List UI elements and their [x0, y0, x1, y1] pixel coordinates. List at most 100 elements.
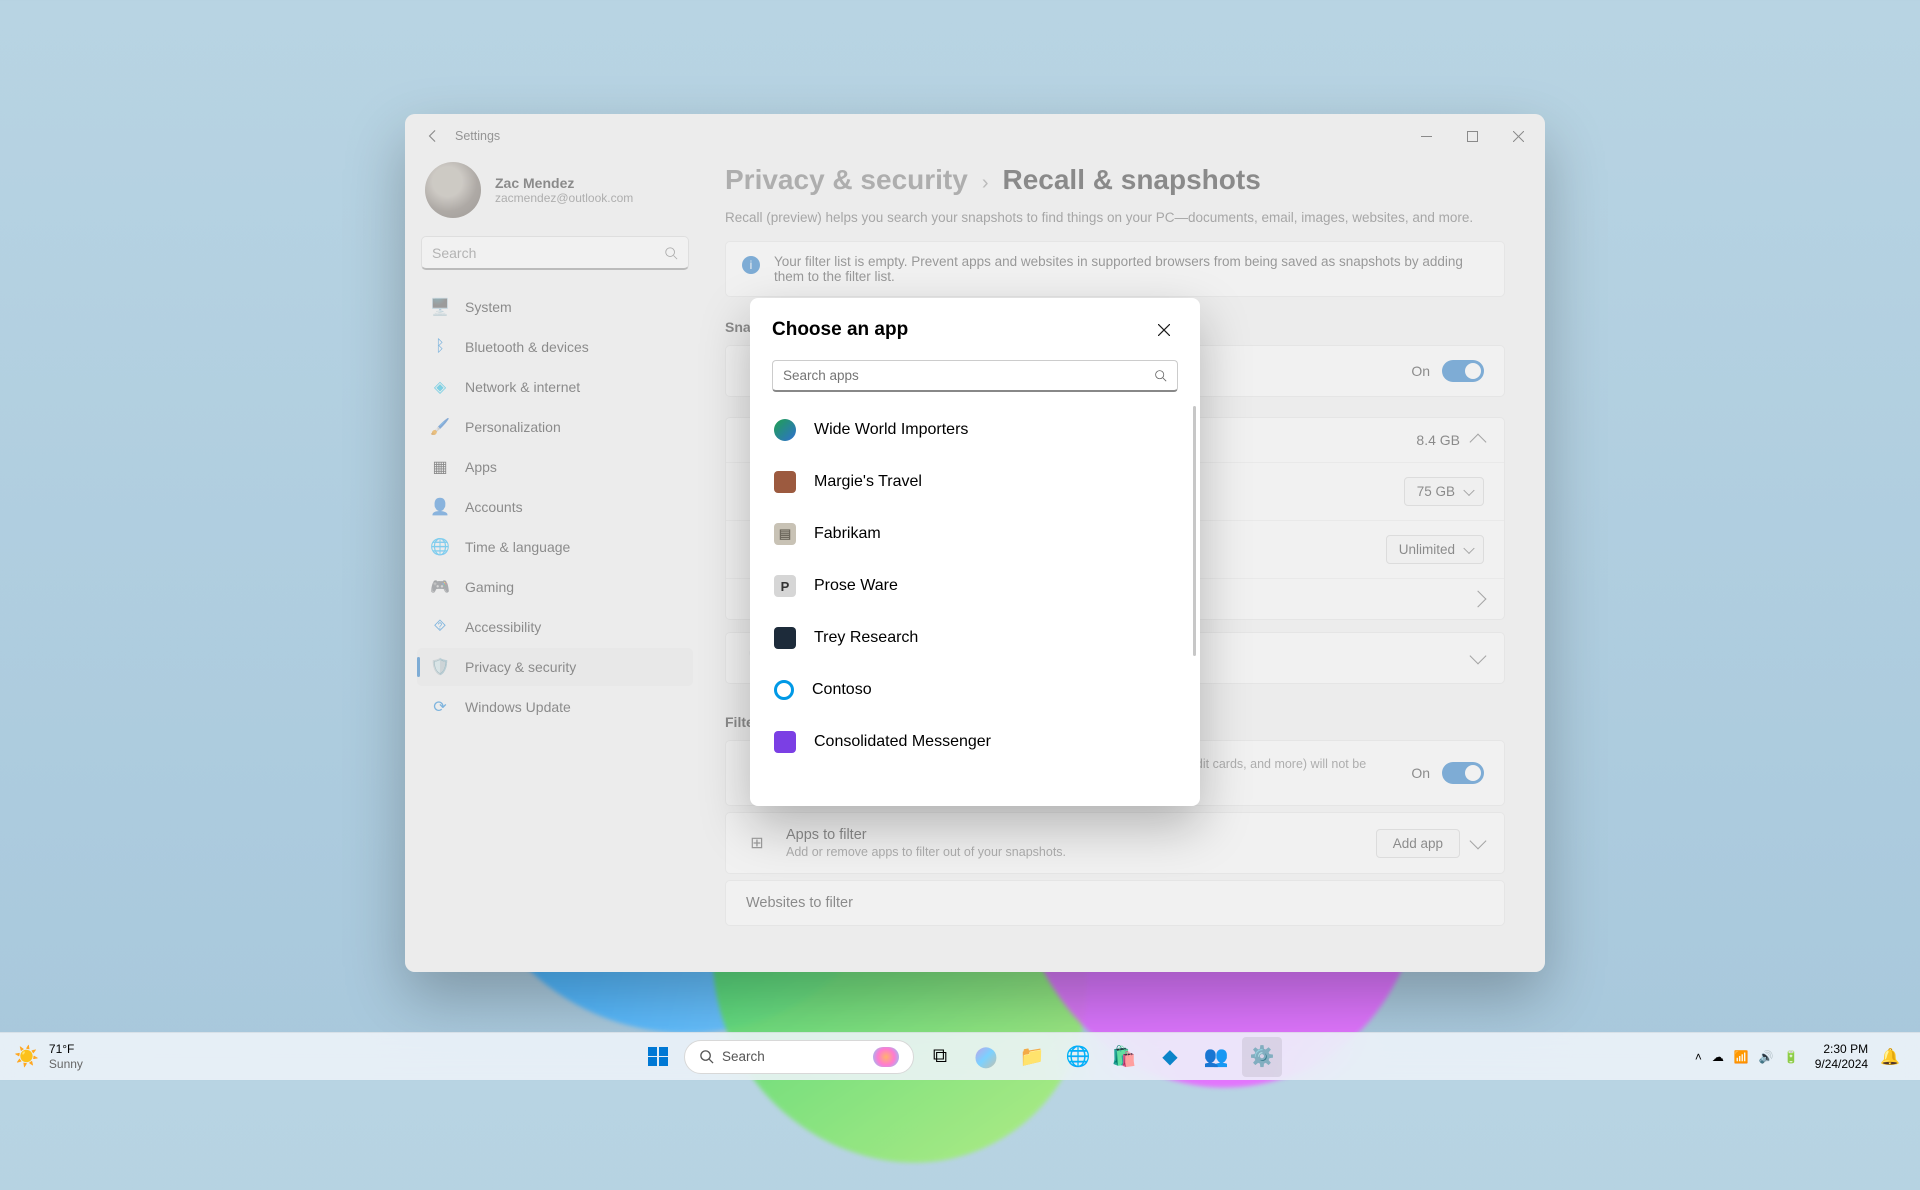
settings-button[interactable]: ⚙️	[1242, 1037, 1282, 1077]
edge-button[interactable]: 🌐	[1058, 1037, 1098, 1077]
app-row-contoso[interactable]: Contoso	[760, 664, 1194, 716]
profile-name: Zac Mendez	[495, 175, 633, 191]
storage-age-select[interactable]: Unlimited	[1386, 535, 1484, 564]
person-icon: 👤	[431, 498, 449, 516]
back-button[interactable]	[419, 122, 447, 150]
task-view-button[interactable]: ⧉	[920, 1037, 960, 1077]
search-icon	[1154, 369, 1167, 382]
app-icon: P	[774, 575, 796, 597]
globe-clock-icon: 🌐	[431, 538, 449, 556]
start-button[interactable]	[638, 1037, 678, 1077]
save-snapshots-toggle[interactable]	[1442, 360, 1484, 382]
nav-accounts[interactable]: 👤Accounts	[417, 488, 693, 526]
weather-temp: 71°F	[49, 1042, 83, 1056]
sidebar-search[interactable]	[421, 236, 689, 270]
file-explorer-button[interactable]: 📁	[1012, 1037, 1052, 1077]
profile-email: zacmendez@outlook.com	[495, 191, 633, 205]
onedrive-icon[interactable]: ☁	[1712, 1050, 1724, 1064]
page-title: Recall & snapshots	[1002, 164, 1260, 196]
dialog-search-input[interactable]	[783, 368, 1154, 383]
nav-personalization[interactable]: 🖌️Personalization	[417, 408, 693, 446]
app-row-consolidated-messenger[interactable]: Consolidated Messenger	[760, 716, 1194, 768]
accessibility-icon: ⯑	[431, 618, 449, 636]
maximize-button[interactable]	[1449, 114, 1495, 158]
teams-button[interactable]: 👥	[1196, 1037, 1236, 1077]
gamepad-icon: 🎮	[431, 578, 449, 596]
nav-apps[interactable]: ▦Apps	[417, 448, 693, 486]
tray-chevron-icon[interactable]: ˄	[1695, 1050, 1702, 1064]
sensitive-filter-toggle[interactable]	[1442, 762, 1484, 784]
add-app-button[interactable]: Add app	[1376, 829, 1460, 858]
app-icon	[774, 471, 796, 493]
store-button[interactable]: 🛍️	[1104, 1037, 1144, 1077]
apps-filter-sub: Add or remove apps to filter out of your…	[786, 845, 1358, 859]
nav-network[interactable]: ◈Network & internet	[417, 368, 693, 406]
update-icon: ⟳	[431, 698, 449, 716]
weather-condition: Sunny	[49, 1057, 83, 1071]
nav-windows-update[interactable]: ⟳Windows Update	[417, 688, 693, 726]
search-icon	[664, 246, 678, 260]
taskbar-weather[interactable]: ☀️ 71°F Sunny	[0, 1042, 83, 1071]
app-icon	[774, 731, 796, 753]
office-button[interactable]: ◆	[1150, 1037, 1190, 1077]
dialog-title: Choose an app	[772, 319, 908, 341]
apps-icon: ▦	[431, 458, 449, 476]
nav-privacy-security[interactable]: 🛡️Privacy & security	[417, 648, 693, 686]
info-text: Your filter list is empty. Prevent apps …	[774, 254, 1488, 284]
nav-time-language[interactable]: 🌐Time & language	[417, 528, 693, 566]
apps-to-filter-card: ⊞ Apps to filter Add or remove apps to f…	[725, 812, 1505, 874]
nav-bluetooth[interactable]: ᛒBluetooth & devices	[417, 328, 693, 366]
apps-grid-icon: ⊞	[746, 832, 768, 854]
notifications-button[interactable]: 🔔	[1874, 1047, 1906, 1067]
chevron-right-icon: ›	[982, 172, 989, 195]
volume-icon[interactable]: 🔊	[1759, 1050, 1774, 1064]
chevron-right-icon	[1470, 591, 1487, 608]
app-icon: ▤	[774, 523, 796, 545]
display-icon: 🖥️	[431, 298, 449, 316]
window-title: Settings	[455, 129, 500, 143]
breadcrumb-parent[interactable]: Privacy & security	[725, 164, 968, 196]
close-button[interactable]	[1495, 114, 1541, 158]
app-row-wide-world-importers[interactable]: Wide World Importers	[760, 404, 1194, 456]
breadcrumb: Privacy & security › Recall & snapshots	[725, 164, 1505, 196]
search-highlight-icon	[873, 1047, 899, 1067]
titlebar: Settings	[405, 114, 1545, 158]
bluetooth-icon: ᛒ	[431, 338, 449, 356]
nav-system[interactable]: 🖥️System	[417, 288, 693, 326]
avatar	[425, 162, 481, 218]
search-icon	[699, 1049, 714, 1064]
app-row-margies-travel[interactable]: Margie's Travel	[760, 456, 1194, 508]
sidebar-search-input[interactable]	[432, 245, 664, 261]
wifi-icon[interactable]: 📶	[1734, 1050, 1749, 1064]
info-icon: i	[742, 256, 760, 274]
taskbar-clock[interactable]: 2:30 PM 9/24/2024	[1815, 1042, 1868, 1072]
system-tray[interactable]: ˄ ☁ 📶 🔊 🔋	[1685, 1050, 1809, 1064]
taskbar: ☀️ 71°F Sunny Search ⧉ ⬤ 📁 🌐 🛍️ ◆ 👥 ⚙️ ˄…	[0, 1032, 1920, 1080]
wifi-icon: ◈	[431, 378, 449, 396]
dialog-search[interactable]	[772, 360, 1178, 392]
toggle-state-label: On	[1411, 363, 1430, 379]
nav-accessibility[interactable]: ⯑Accessibility	[417, 608, 693, 646]
app-row-prose-ware[interactable]: PProse Ware	[760, 560, 1194, 612]
chevron-down-icon	[1470, 833, 1487, 850]
taskbar-search[interactable]: Search	[684, 1040, 914, 1074]
app-row-trey-research[interactable]: Trey Research	[760, 612, 1194, 664]
app-icon	[774, 680, 794, 700]
apps-filter-title: Apps to filter	[786, 827, 1358, 843]
dialog-close-button[interactable]	[1150, 316, 1178, 344]
battery-icon[interactable]: 🔋	[1784, 1050, 1799, 1064]
storage-used-value: 8.4 GB	[1416, 432, 1460, 448]
dialog-scrollbar[interactable]	[1193, 406, 1196, 656]
toggle-state-label: On	[1411, 765, 1430, 781]
nav-gaming[interactable]: 🎮Gaming	[417, 568, 693, 606]
weather-icon: ☀️	[14, 1044, 39, 1069]
websites-to-filter-card[interactable]: Websites to filter	[725, 880, 1505, 926]
app-row-fabrikam[interactable]: ▤Fabrikam	[760, 508, 1194, 560]
app-icon	[774, 627, 796, 649]
choose-app-dialog: Choose an app Wide World Importers Margi…	[750, 298, 1200, 806]
copilot-button[interactable]: ⬤	[966, 1037, 1006, 1077]
profile-block[interactable]: Zac Mendez zacmendez@outlook.com	[417, 158, 693, 236]
storage-limit-select[interactable]: 75 GB	[1404, 477, 1484, 506]
minimize-button[interactable]	[1403, 114, 1449, 158]
info-bar: i Your filter list is empty. Prevent app…	[725, 241, 1505, 297]
